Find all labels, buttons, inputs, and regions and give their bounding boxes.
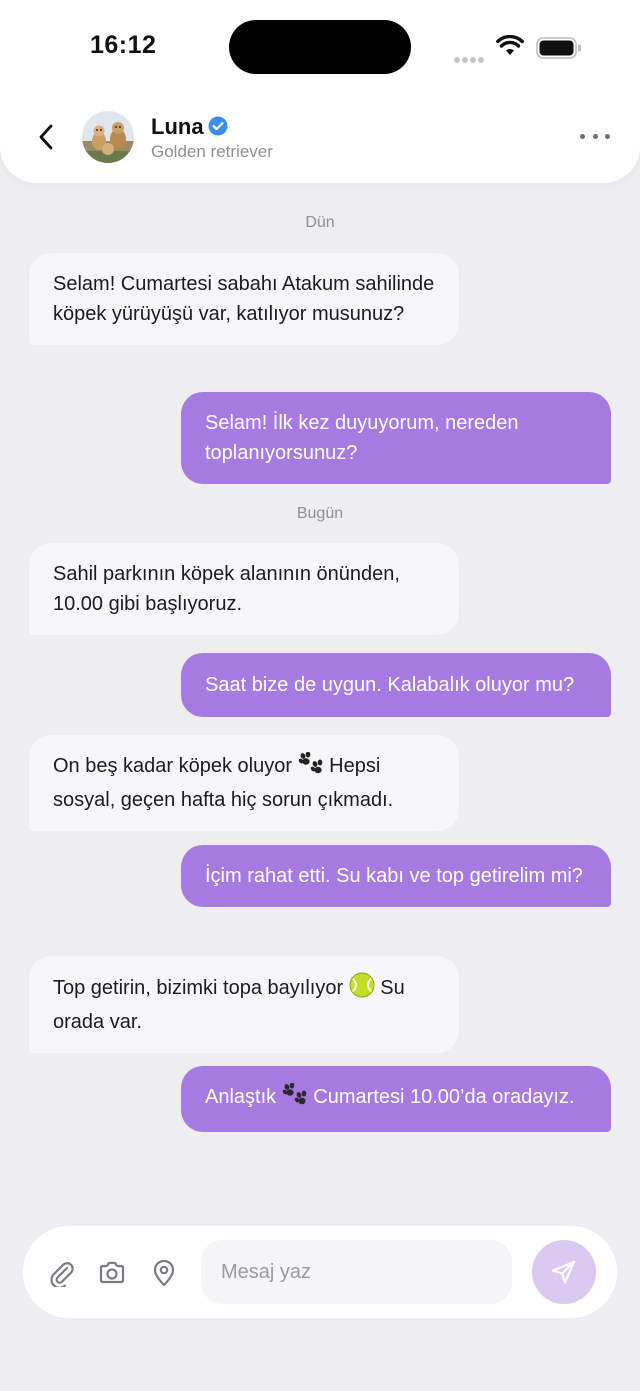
incoming-message[interactable]: Sahil parkının köpek alanının önünden, 1… [29, 543, 459, 635]
chevron-left-icon [39, 124, 53, 150]
message-text: İçim rahat etti. Su kabı ve top getireli… [205, 865, 583, 887]
message-text: Selam! İlk kez duyuyorum, nereden toplan… [205, 412, 519, 464]
chat-header: 16:12 Luna Golden retriever [0, 0, 640, 183]
outgoing-message[interactable]: İçim rahat etti. Su kabı ve top getireli… [181, 845, 611, 907]
status-bar: 16:12 [0, 0, 640, 95]
incoming-message[interactable]: On beş kadar köpek oluyor Hepsi sosyal, … [29, 735, 459, 831]
contact-subtitle: Golden retriever [151, 142, 273, 161]
dot-icon [592, 133, 598, 139]
location-pin-icon[interactable] [150, 1259, 178, 1287]
battery-icon [536, 37, 582, 64]
incoming-message[interactable]: Selam! Cumartesi sabahı Atakum sahilinde… [29, 253, 459, 345]
outgoing-message[interactable]: Selam! İlk kez duyuyorum, nereden toplan… [181, 392, 611, 484]
incoming-message[interactable]: Top getirin, bizimki topa bayılıyor Su o… [29, 956, 459, 1053]
cellular-signal-icon [454, 50, 486, 68]
message-text: Cumartesi 10.00’da oradayız. [313, 1086, 575, 1108]
message-input[interactable] [201, 1240, 512, 1304]
wifi-icon [496, 34, 524, 62]
outgoing-message[interactable]: Anlaştık Cumartesi 10.00’da oradayız. [181, 1066, 611, 1132]
camera-icon[interactable] [98, 1259, 126, 1287]
message-text: On beş kadar köpek oluyor [53, 755, 293, 777]
dot-icon [580, 133, 585, 139]
send-icon [551, 1260, 576, 1284]
day-separator: Bugün [296, 505, 344, 522]
status-time: 16:12 [90, 31, 157, 59]
contact-avatar[interactable] [82, 111, 134, 163]
back-button[interactable] [30, 118, 62, 156]
message-text: Sahil parkının köpek alanının önünden, 1… [53, 563, 400, 615]
outgoing-message[interactable]: Saat bize de uygun. Kalabalık oluyor mu? [181, 653, 611, 717]
verified-badge-icon [208, 116, 228, 141]
message-text: Anlaştık [205, 1086, 277, 1108]
paw-prints-icon [298, 751, 324, 785]
dot-icon [605, 133, 610, 139]
message-text: Selam! Cumartesi sabahı Atakum sahilinde… [53, 273, 435, 325]
message-text: Saat bize de uygun. Kalabalık oluyor mu? [205, 674, 575, 696]
send-button[interactable] [532, 1240, 596, 1304]
tennis-ball-icon [349, 972, 375, 1007]
message-text: Top getirin, bizimki topa bayılıyor [53, 977, 344, 999]
more-options-button[interactable] [580, 124, 610, 148]
day-separator: Dün [305, 214, 335, 231]
paw-prints-icon [282, 1082, 308, 1116]
paperclip-icon[interactable] [47, 1259, 75, 1289]
dynamic-island [229, 20, 411, 74]
contact-name[interactable]: Luna [151, 114, 204, 140]
